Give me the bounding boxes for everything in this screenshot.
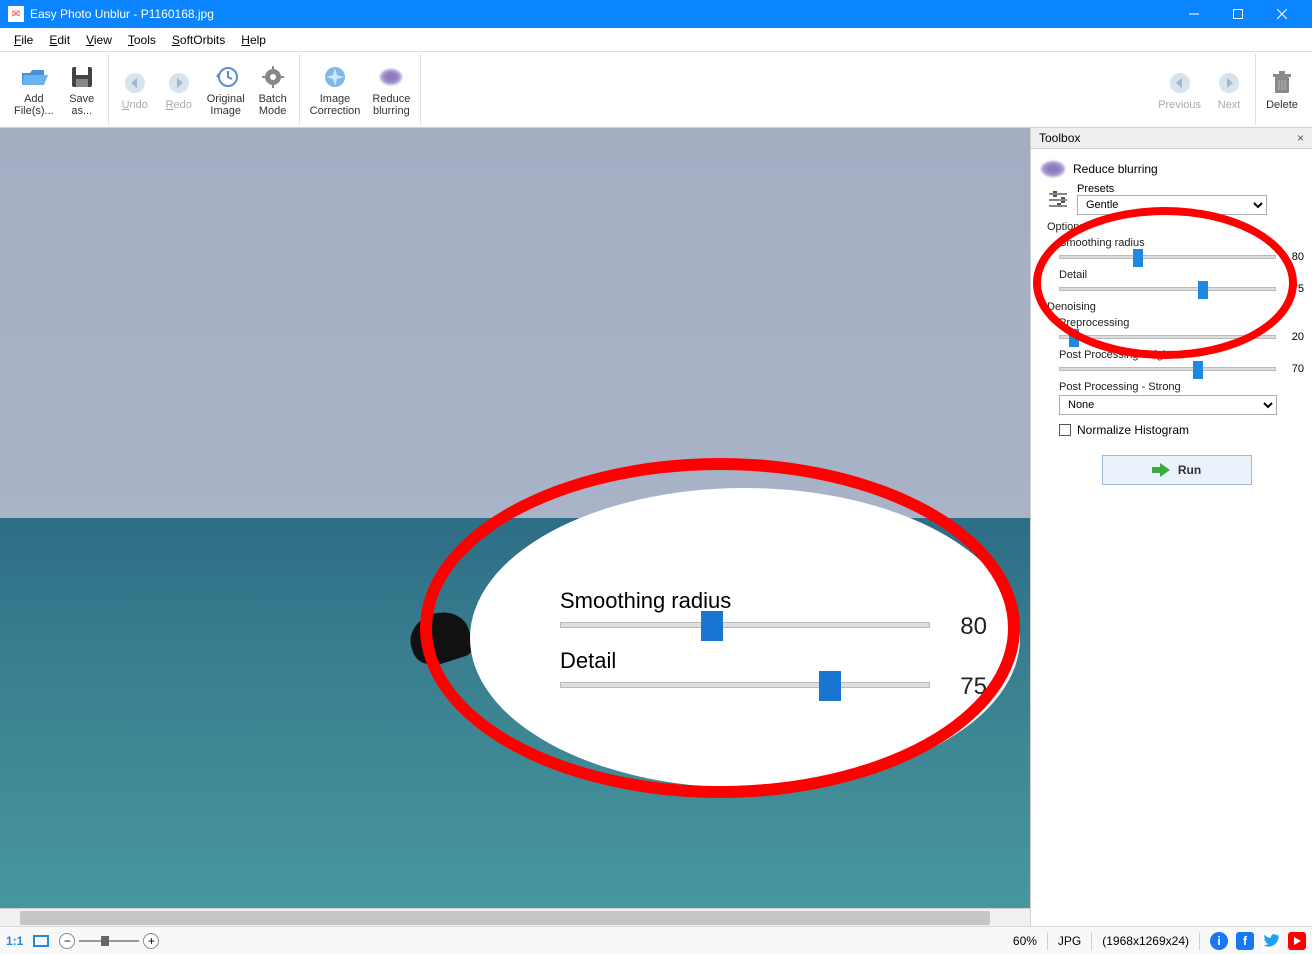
info-icon[interactable]: i — [1210, 932, 1228, 950]
detail-slider[interactable]: 75 — [1059, 283, 1304, 295]
menu-view[interactable]: View — [78, 31, 120, 49]
inset-detail-label: Detail — [560, 648, 930, 674]
app-icon: ✉ — [8, 6, 24, 22]
menu-tools[interactable]: Tools — [120, 31, 164, 49]
run-arrow-icon — [1152, 463, 1170, 477]
file-format: JPG — [1058, 934, 1081, 948]
toolbox-close-button[interactable]: × — [1297, 131, 1304, 145]
twitter-icon[interactable] — [1262, 932, 1280, 950]
menu-edit[interactable]: Edit — [41, 31, 78, 49]
denoising-label: Denoising — [1047, 301, 1312, 313]
zoom-in-button[interactable]: + — [143, 933, 159, 949]
preprocessing-label: Preprocessing — [1059, 317, 1312, 329]
zoom-slider[interactable] — [79, 940, 139, 942]
smoothing-label: Smoothing radius — [1059, 237, 1312, 249]
detail-label: Detail — [1059, 269, 1312, 281]
image-canvas[interactable]: Smoothing radius 80 Detail 75 — [0, 128, 1030, 926]
folder-open-icon — [20, 63, 48, 91]
menu-help[interactable]: Help — [233, 31, 274, 49]
toolbar: Add File(s)... Save as... Undo Redo Orig… — [0, 52, 1312, 128]
blur-icon — [377, 63, 405, 91]
inset-smoothing-label: Smoothing radius — [560, 588, 930, 614]
image-correction-button[interactable]: Image Correction — [304, 54, 367, 125]
maximize-button[interactable] — [1216, 0, 1260, 28]
original-image-button[interactable]: Original Image — [201, 54, 251, 125]
toolbox-panel: Toolbox × Reduce blurring Presets Gentle… — [1030, 128, 1312, 926]
image-dimensions: (1968x1269x24) — [1102, 934, 1189, 948]
menu-softorbits[interactable]: SoftOrbits — [164, 31, 233, 49]
menu-file[interactable]: File — [6, 31, 41, 49]
previous-button[interactable]: Previous — [1152, 54, 1207, 125]
undo-button[interactable]: Undo — [113, 54, 157, 125]
add-files-button[interactable]: Add File(s)... — [8, 54, 60, 125]
undo-icon — [121, 69, 149, 97]
status-bar: 1:1 − + 60% JPG (1968x1269x24) i f — [0, 926, 1312, 954]
presets-label: Presets — [1077, 183, 1312, 195]
save-as-button[interactable]: Save as... — [60, 54, 104, 125]
run-button[interactable]: Run — [1102, 455, 1252, 485]
zoom-ratio[interactable]: 1:1 — [6, 934, 23, 948]
trash-icon — [1268, 69, 1296, 97]
zoom-out-button[interactable]: − — [59, 933, 75, 949]
fit-screen-icon[interactable] — [33, 935, 49, 947]
redo-button[interactable]: Redo — [157, 54, 201, 125]
reduce-blurring-button[interactable]: Reduce blurring — [366, 54, 416, 125]
options-label: Options — [1047, 221, 1312, 233]
inset-detail-slider: 75 — [560, 682, 930, 688]
delete-button[interactable]: Delete — [1260, 54, 1304, 125]
zoom-percent: 60% — [1013, 934, 1037, 948]
redo-icon — [165, 69, 193, 97]
horizontal-scrollbar[interactable] — [0, 908, 1030, 926]
history-icon — [212, 63, 240, 91]
save-icon — [68, 63, 96, 91]
toolbox-section-title: Reduce blurring — [1073, 162, 1158, 176]
post-light-label: Post Processing - Light — [1059, 349, 1312, 361]
window-title: Easy Photo Unblur - P1160168.jpg — [30, 7, 214, 21]
post-strong-label: Post Processing - Strong — [1059, 381, 1312, 393]
arrow-left-icon — [1166, 69, 1194, 97]
arrow-right-icon — [1215, 69, 1243, 97]
toolbox-title: Toolbox — [1039, 131, 1080, 145]
gear-icon — [259, 63, 287, 91]
normalize-histogram-checkbox[interactable]: Normalize Histogram — [1059, 423, 1312, 437]
close-button[interactable] — [1260, 0, 1304, 28]
annotation-panel: Smoothing radius 80 Detail 75 — [470, 488, 1020, 788]
minimize-button[interactable] — [1172, 0, 1216, 28]
sparkle-icon — [321, 63, 349, 91]
title-bar: ✉ Easy Photo Unblur - P1160168.jpg — [0, 0, 1312, 28]
facebook-icon[interactable]: f — [1236, 932, 1254, 950]
presets-select[interactable]: Gentle — [1077, 195, 1267, 215]
batch-mode-button[interactable]: Batch Mode — [251, 54, 295, 125]
post-strong-select[interactable]: None — [1059, 395, 1277, 415]
sliders-icon — [1049, 191, 1069, 207]
smoothing-slider[interactable]: 80 — [1059, 251, 1304, 263]
post-light-slider[interactable]: 70 — [1059, 363, 1304, 375]
next-button[interactable]: Next — [1207, 54, 1251, 125]
youtube-icon[interactable] — [1288, 932, 1306, 950]
menu-bar: File Edit View Tools SoftOrbits Help — [0, 28, 1312, 52]
preprocessing-slider[interactable]: 20 — [1059, 331, 1304, 343]
inset-smoothing-slider: 80 — [560, 622, 930, 628]
blur-icon — [1041, 161, 1065, 177]
